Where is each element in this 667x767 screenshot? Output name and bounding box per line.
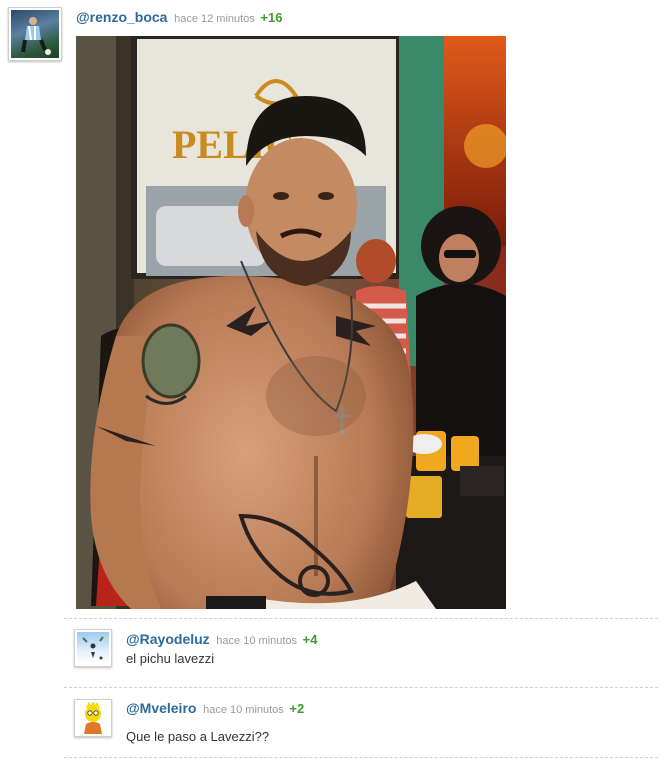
post-photo-image: PELIC [76, 36, 506, 609]
comment-meta: @Rayodeluz hace 10 minutos +4 [126, 631, 317, 647]
post-timestamp: hace 12 minutos [174, 13, 255, 25]
cartoon-figure-icon [82, 636, 104, 660]
comment-divider [64, 618, 658, 619]
comment-score[interactable]: +4 [303, 632, 318, 647]
comment-timestamp: hace 10 minutos [203, 704, 284, 716]
comment-text: Que le paso a Lavezzi?? [126, 729, 270, 744]
post-username-link[interactable]: @renzo_boca [76, 9, 167, 25]
comment-divider [64, 757, 658, 758]
comment-avatar[interactable] [74, 629, 112, 667]
comment-text: el pichu lavezzi [126, 651, 215, 666]
cartoon-character-icon [84, 702, 102, 734]
post-photo[interactable]: PELIC [76, 36, 506, 609]
comment-avatar[interactable] [74, 699, 112, 737]
comment-username-link[interactable]: @Mveleiro [126, 700, 196, 716]
post-score[interactable]: +16 [260, 10, 282, 25]
soccer-player-icon [21, 17, 51, 55]
comment-timestamp: hace 10 minutos [216, 635, 298, 647]
post-avatar[interactable] [8, 7, 62, 61]
comment-divider [64, 687, 658, 688]
comment-score[interactable]: +2 [289, 701, 304, 716]
comment-meta: @Mveleiro hace 10 minutos +2 [126, 700, 304, 716]
comment-username-link[interactable]: @Rayodeluz [126, 631, 210, 647]
post-meta: @renzo_boca hace 12 minutos +16 [76, 9, 282, 25]
